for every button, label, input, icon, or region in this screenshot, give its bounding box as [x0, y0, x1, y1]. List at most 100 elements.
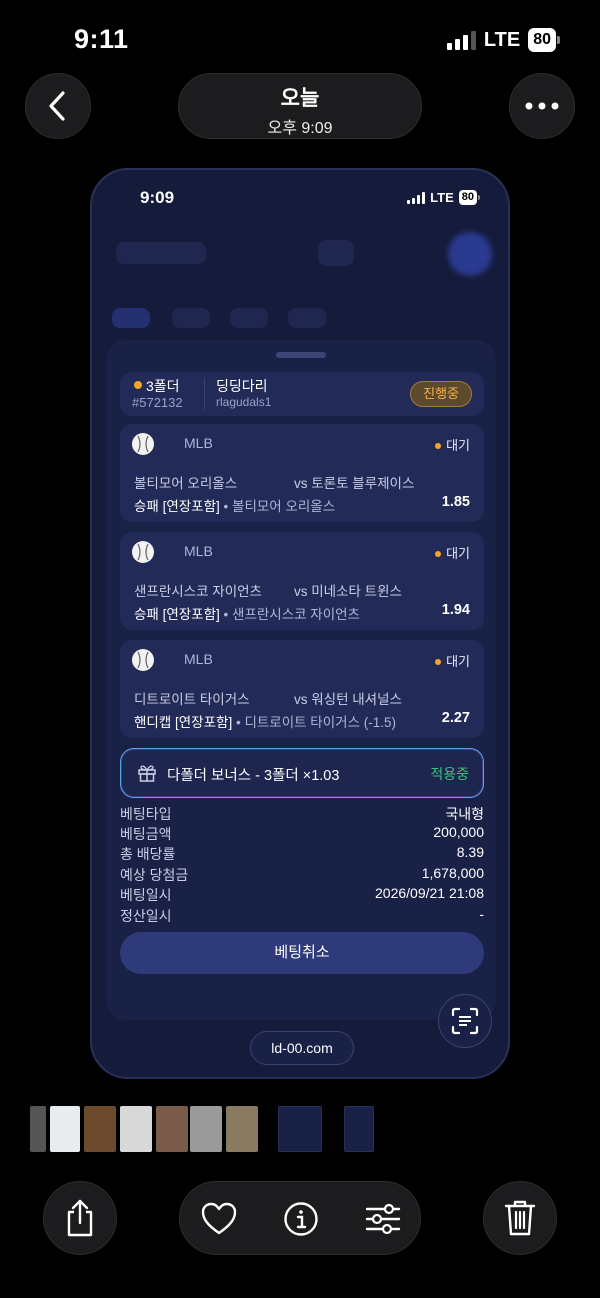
home-team: 샌프란시스코 자이언츠 — [134, 584, 262, 599]
share-icon — [67, 1199, 93, 1237]
baseball-icon — [132, 541, 154, 563]
blurred-tab — [288, 308, 326, 328]
bet-pick: 핸디캡 [연장포함] • 디트로이트 타이거스 (-1.5) — [134, 711, 396, 731]
status-indicators: LTE 80 — [446, 28, 560, 52]
page-subtitle: 오후 9:09 — [267, 120, 333, 137]
bonus-label: 다폴더 보너스 - 3폴더 ×1.03 — [167, 768, 340, 784]
info-button[interactable] — [282, 1200, 320, 1238]
detail-value: 200,000 — [433, 824, 484, 840]
sliders-icon — [365, 1203, 401, 1235]
bet-pick: 승패 [연장포함] • 샌프란시스코 자이언츠 — [134, 603, 360, 623]
away-team: vs 워싱턴 내셔널스 — [294, 692, 402, 707]
share-button[interactable] — [43, 1181, 117, 1255]
bet-status: 대기 — [435, 543, 470, 562]
bet-card: MLB 대기 볼티모어 오리올스 vs 토론토 블루제이스 승패 [연장포함] … — [120, 424, 484, 522]
thumbnail[interactable] — [120, 1106, 152, 1152]
league-label: MLB — [184, 435, 213, 451]
detail-label: 베팅일시 — [120, 887, 172, 903]
folder-dot-icon — [134, 381, 142, 389]
detail-value: - — [479, 906, 484, 922]
inner-battery-icon: 80 — [458, 190, 480, 205]
bet-pick: 승패 [연장포함] • 볼티모어 오리올스 — [134, 495, 335, 515]
detail-row: 베팅타입 국내형 — [120, 804, 484, 824]
trash-icon — [504, 1200, 536, 1236]
thumbnail[interactable] — [344, 1106, 374, 1152]
detail-value: 8.39 — [456, 844, 484, 860]
blurred-tab — [112, 308, 150, 328]
blurred-avatar — [448, 232, 492, 276]
away-team: vs 미네소타 트윈스 — [294, 584, 402, 599]
bet-market: 승패 [연장포함] — [134, 499, 220, 514]
inner-battery-level: 80 — [458, 190, 477, 205]
folder-user: rlagudals1 — [216, 395, 272, 409]
bet-card: MLB 대기 샌프란시스코 자이언츠 vs 미네소타 트윈스 승패 [연장포함]… — [120, 532, 484, 630]
battery-level: 80 — [528, 28, 556, 52]
status-badge: 진행중 — [410, 381, 472, 407]
bonus-banner: 다폴더 보너스 - 3폴더 ×1.03 적용중 — [120, 748, 484, 798]
bet-odds: 1.94 — [441, 602, 470, 618]
sheet-handle[interactable] — [276, 352, 326, 358]
thumbnail[interactable] — [84, 1106, 116, 1152]
thumbnail[interactable] — [190, 1106, 222, 1152]
baseball-icon — [132, 433, 154, 455]
inner-status-indicators: LTE 80 — [407, 190, 480, 205]
status-time: 9:11 — [74, 24, 129, 54]
detail-label: 정산일시 — [120, 908, 172, 924]
signal-icon — [446, 30, 476, 50]
url-pill[interactable]: ld-00.com — [250, 1031, 354, 1065]
folder-name: 딩딩다리 — [216, 378, 268, 394]
detail-row: 총 배당률 8.39 — [120, 844, 484, 864]
match-teams: 샌프란시스코 자이언츠 vs 미네소타 트윈스 — [134, 580, 402, 600]
match-teams: 볼티모어 오리올스 vs 토론토 블루제이스 — [134, 472, 414, 492]
cancel-bet-button[interactable]: 베팅취소 — [120, 932, 484, 974]
ellipsis-icon — [525, 102, 559, 110]
blurred-header — [116, 242, 206, 264]
screenshot-preview[interactable]: 9:09 LTE 80 3폴더 #572132 딩딩다리 rlagudals1 … — [90, 168, 510, 1079]
live-text-button[interactable] — [438, 994, 492, 1048]
title-pill: 오늘 오후 9:09 — [178, 73, 422, 139]
home-team: 볼티모어 오리올스 — [134, 476, 238, 491]
back-button[interactable] — [25, 73, 91, 139]
inner-signal-icon — [407, 191, 426, 204]
adjust-button[interactable] — [364, 1200, 402, 1238]
heart-icon — [201, 1202, 237, 1235]
league-label: MLB — [184, 651, 213, 667]
thumbnail[interactable] — [30, 1106, 46, 1152]
detail-row: 정산일시 - — [120, 906, 484, 926]
match-teams: 디트로이트 타이거스 vs 워싱턴 내셔널스 — [134, 688, 402, 708]
detail-row: 예상 당첨금 1,678,000 — [120, 865, 484, 885]
thumbnail[interactable] — [50, 1106, 80, 1152]
bet-market: 핸디캡 [연장포함] — [134, 715, 233, 730]
blurred-icon — [318, 240, 354, 266]
bet-odds: 1.85 — [441, 494, 470, 510]
detail-label: 베팅금액 — [120, 826, 172, 842]
detail-label: 예상 당첨금 — [120, 867, 189, 883]
network-label: LTE — [483, 28, 521, 51]
bet-selection: • 볼티모어 오리올스 — [223, 499, 336, 514]
detail-row: 베팅금액 200,000 — [120, 824, 484, 844]
bet-status: 대기 — [435, 435, 470, 454]
inner-status-time: 9:09 — [140, 188, 175, 207]
bet-card: MLB 대기 디트로이트 타이거스 vs 워싱턴 내셔널스 핸디캡 [연장포함]… — [120, 640, 484, 738]
blurred-tab — [230, 308, 268, 328]
thumbnail[interactable] — [156, 1106, 188, 1152]
detail-row: 베팅일시 2026/09/21 21:08 — [120, 885, 484, 905]
thumbnail-selected[interactable] — [278, 1106, 322, 1152]
more-button[interactable] — [509, 73, 575, 139]
bet-status: 대기 — [435, 651, 470, 670]
delete-button[interactable] — [483, 1181, 557, 1255]
detail-value: 1,678,000 — [421, 865, 484, 881]
folder-type: 3폴더 — [146, 378, 180, 394]
folder-header: 3폴더 #572132 딩딩다리 rlagudals1 진행중 — [120, 372, 484, 416]
bet-slip-sheet: 3폴더 #572132 딩딩다리 rlagudals1 진행중 MLB 대기 볼… — [106, 340, 496, 1020]
favorite-button[interactable] — [200, 1200, 238, 1238]
bet-selection: • 샌프란시스코 자이언츠 — [223, 607, 360, 622]
thumbnail[interactable] — [226, 1106, 258, 1152]
league-label: MLB — [184, 543, 213, 559]
gift-icon — [138, 765, 156, 782]
home-team: 디트로이트 타이거스 — [134, 692, 250, 707]
action-bar — [179, 1181, 421, 1255]
inner-network-label: LTE — [430, 190, 454, 205]
bonus-status: 적용중 — [430, 766, 469, 782]
status-bar: 9:11 LTE 80 — [0, 0, 600, 80]
